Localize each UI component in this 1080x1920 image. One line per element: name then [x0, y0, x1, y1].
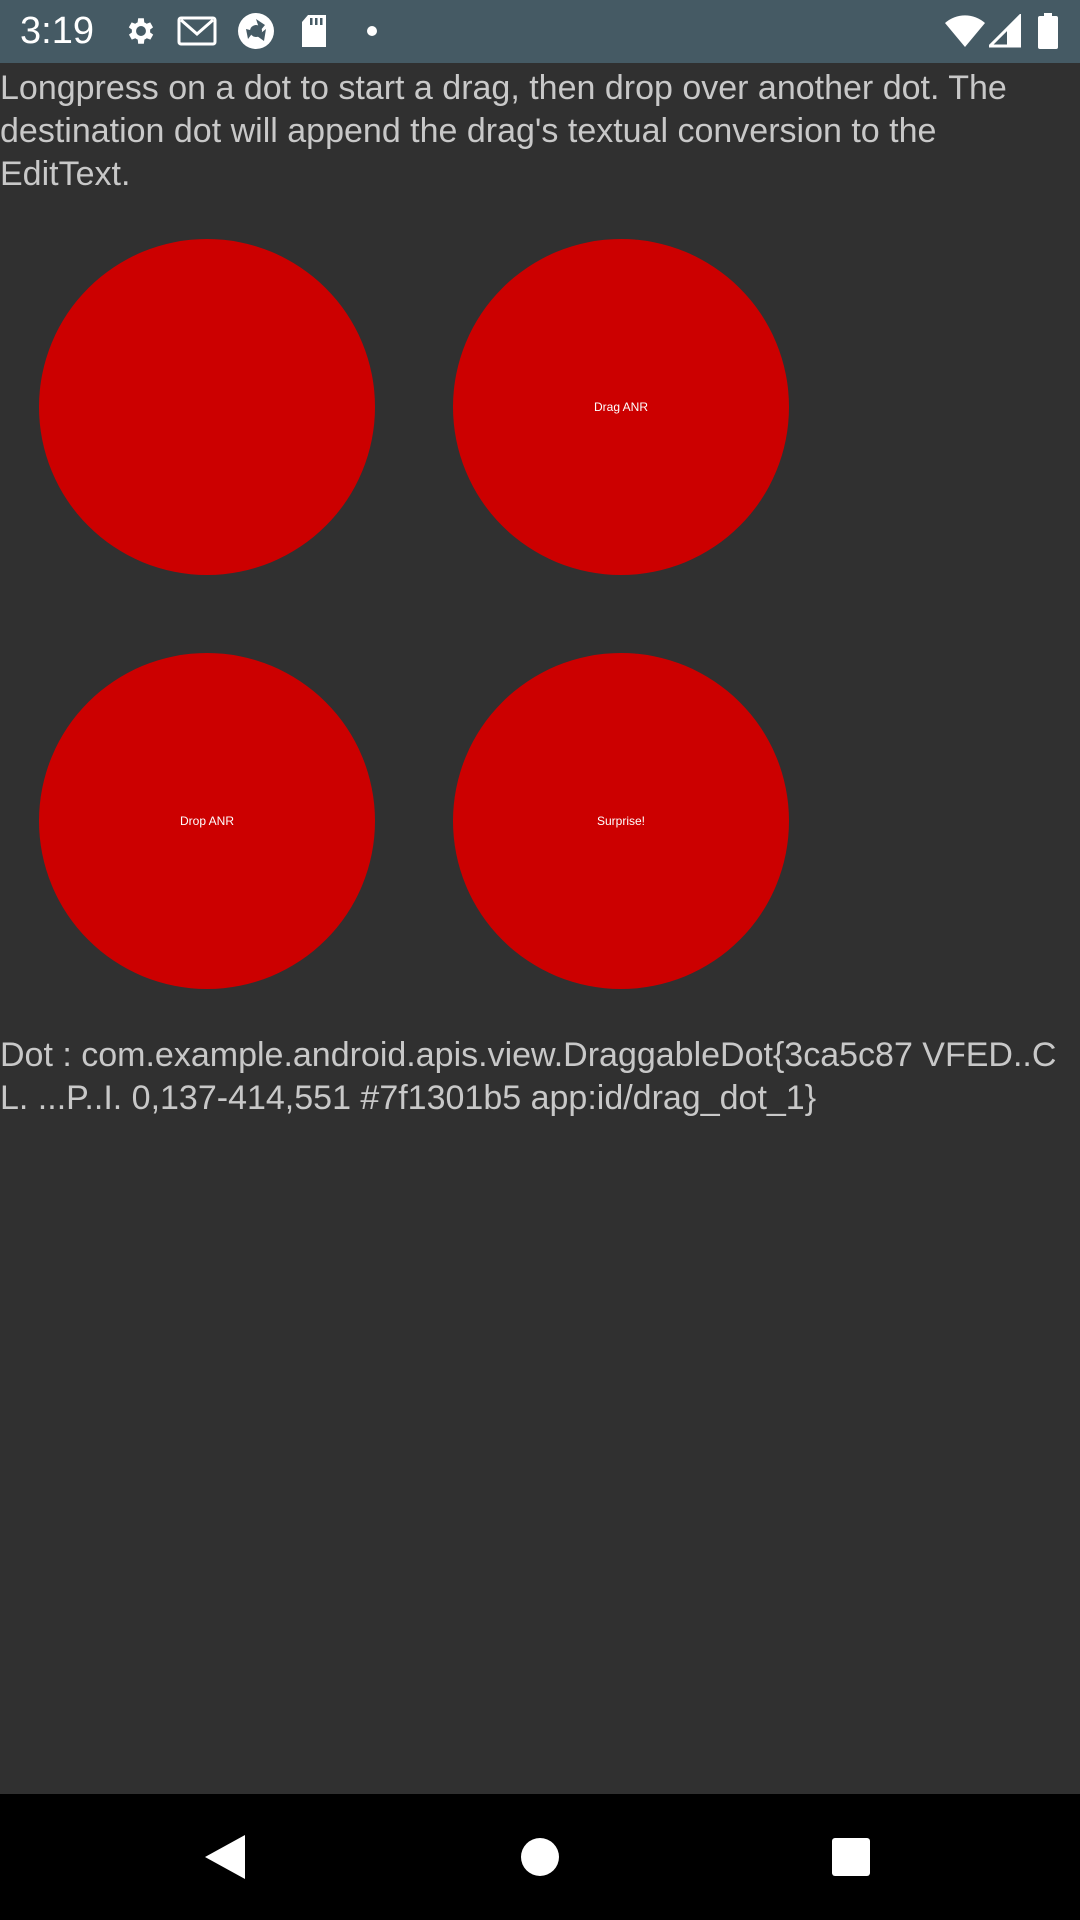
navigation-bar: [0, 1794, 1080, 1920]
cell-signal-icon: [988, 12, 1022, 50]
dot-label: Drop ANR: [179, 814, 235, 828]
hidden-dot[interactable]: Surprise!: [453, 653, 789, 989]
camera-aperture-icon: [235, 12, 277, 50]
drag-dot-1[interactable]: [39, 239, 375, 575]
drag-dot-2[interactable]: Drag ANR: [453, 239, 789, 575]
drag-demo-content: Longpress on a dot to start a drag, then…: [0, 63, 1080, 1794]
instructions-text: Longpress on a dot to start a drag, then…: [0, 69, 1007, 193]
status-bar: 3:19: [0, 0, 1080, 63]
status-time: 3:19: [20, 10, 94, 52]
drag-result-edittext[interactable]: Dot : com.example.android.apis.view.Drag…: [0, 1034, 1075, 1120]
dot-label: Drag ANR: [593, 400, 649, 414]
back-icon[interactable]: [195, 1827, 255, 1887]
gear-icon: [122, 12, 160, 50]
recents-icon[interactable]: [821, 1827, 881, 1887]
gmail-icon: [176, 12, 218, 50]
sd-card-icon: [298, 12, 330, 50]
wifi-icon: [943, 12, 987, 50]
dot-icon: [362, 12, 382, 50]
drag-dot-3[interactable]: Drop ANR: [39, 653, 375, 989]
home-icon[interactable]: [510, 1827, 570, 1887]
dot-label: Surprise!: [596, 814, 646, 828]
battery-icon: [1036, 12, 1060, 50]
